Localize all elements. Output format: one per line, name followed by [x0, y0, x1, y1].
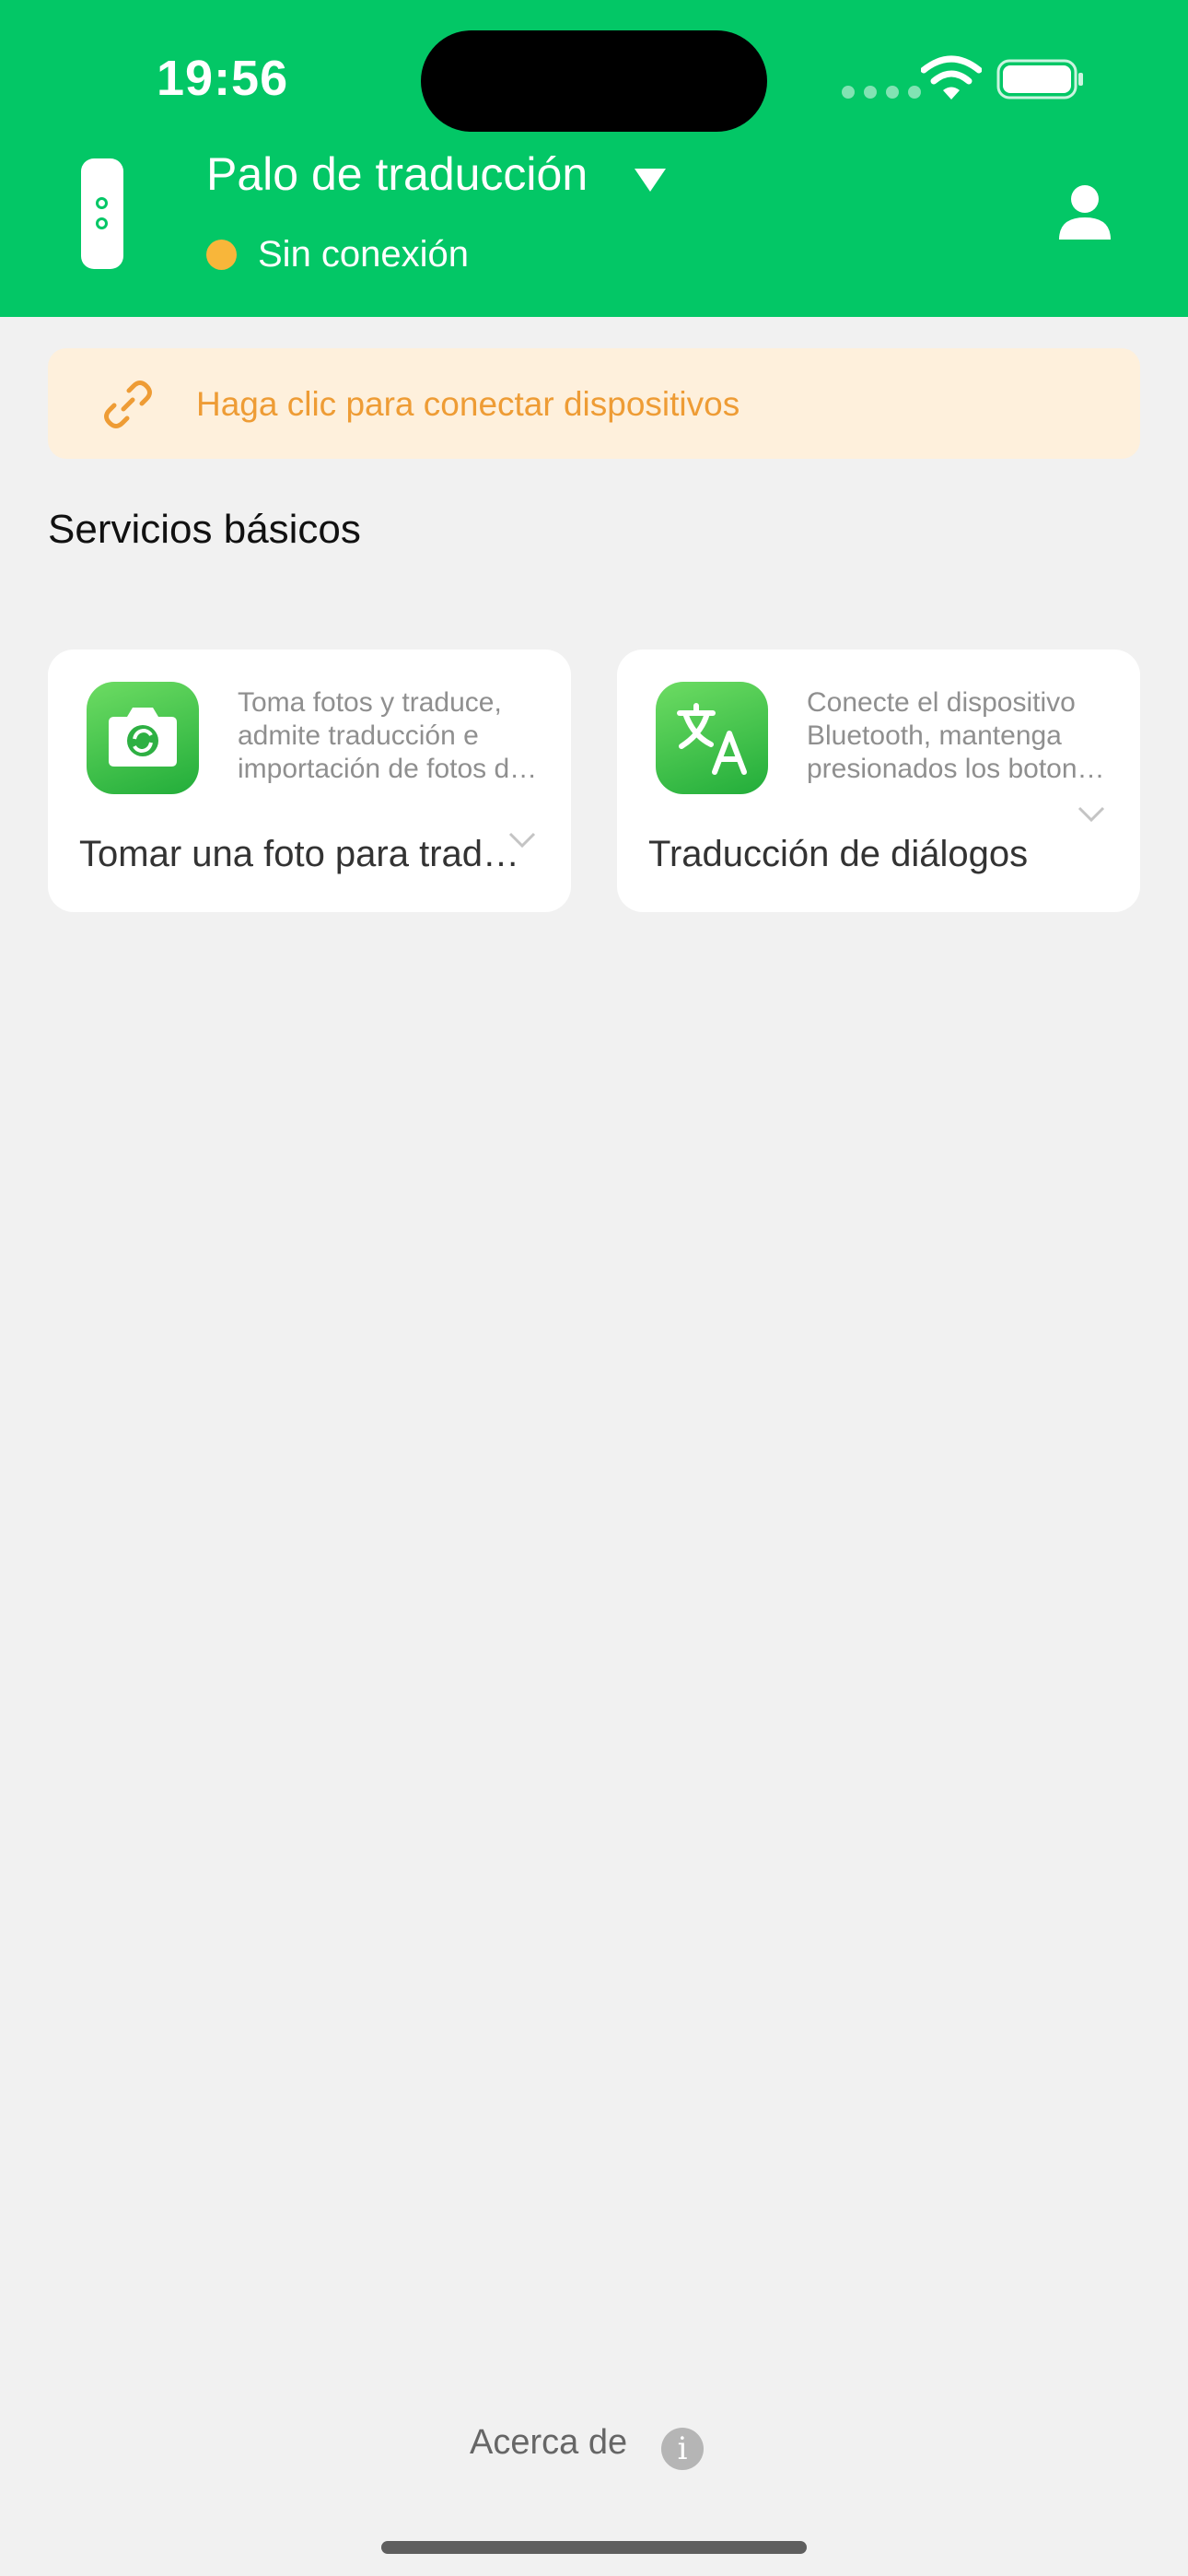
wifi-icon — [921, 55, 982, 100]
header: 19:56 Palo de traducción Sin conexión — [0, 0, 1188, 317]
about-link[interactable]: Acerca de — [470, 2423, 627, 2463]
battery-icon — [996, 59, 1083, 100]
dynamic-island — [421, 30, 767, 132]
card-title: Traducción de diálogos — [648, 834, 1029, 874]
app-screen: 19:56 Palo de traducción Sin conexión Ha… — [0, 0, 1188, 2576]
connection-status-dot — [206, 240, 237, 270]
app-title[interactable]: Palo de traducción — [206, 147, 588, 201]
status-time: 19:56 — [157, 51, 289, 106]
section-title: Servicios básicos — [48, 507, 361, 552]
card-description: Toma fotos y traduce, admite traducción … — [238, 687, 525, 784]
dialog-translate-card[interactable]: Conecte el dispositivo Bluetooth, manten… — [617, 650, 1140, 912]
device-icon[interactable] — [81, 158, 123, 269]
translate-icon — [656, 682, 768, 794]
user-profile-icon[interactable] — [1055, 182, 1114, 241]
dropdown-arrow-icon[interactable] — [632, 166, 669, 193]
info-icon[interactable]: i — [661, 2428, 704, 2470]
card-title: Tomar una foto para traducir — [79, 834, 540, 874]
connection-status: Sin conexión — [258, 234, 470, 275]
cellular-signal-icon — [842, 86, 921, 99]
connect-device-text[interactable]: Haga clic para conectar dispositivos — [196, 385, 740, 424]
home-indicator[interactable] — [381, 2541, 807, 2554]
chevron-down-icon[interactable] — [1077, 806, 1105, 823]
photo-translate-card[interactable]: Toma fotos y traduce, admite traducción … — [48, 650, 571, 912]
camera-translate-icon — [87, 682, 199, 794]
link-icon — [104, 381, 152, 428]
card-description: Conecte el dispositivo Bluetooth, manten… — [807, 687, 1107, 784]
